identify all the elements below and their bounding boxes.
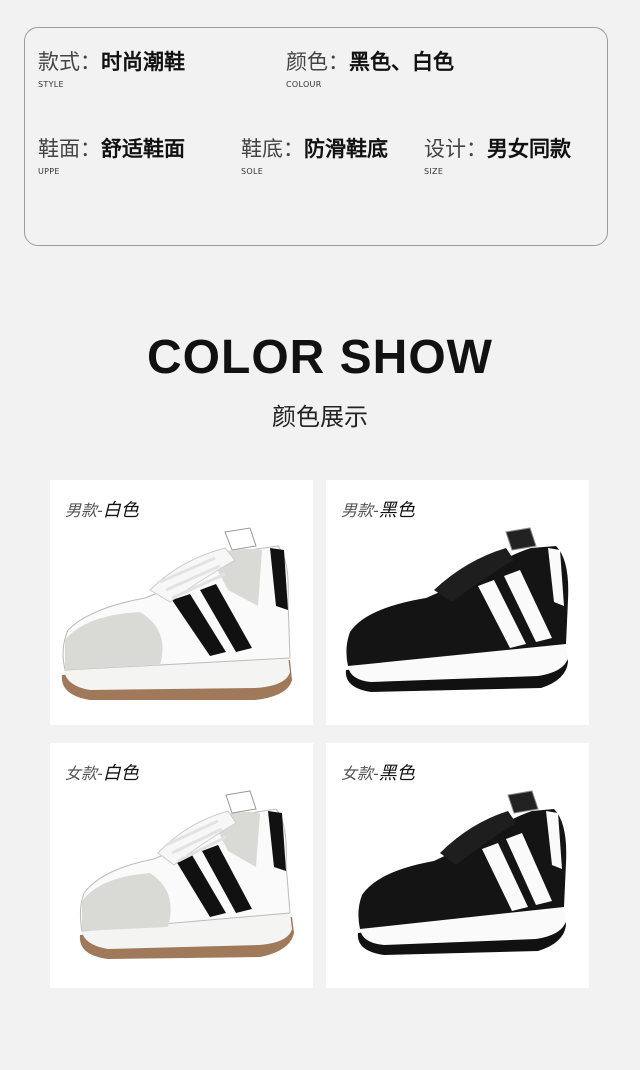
spec-colour: 颜色：黑色、白色 COLOUR: [286, 50, 454, 89]
shoe-white-image: [79, 790, 294, 959]
shoe-black-image: [357, 790, 567, 955]
shoe-black-image: [345, 527, 569, 692]
product-card-men-white[interactable]: 男款-白色: [50, 480, 313, 725]
spec-en-label: SIZE: [424, 167, 444, 176]
spec-value: 防滑鞋底: [304, 137, 388, 161]
spec-key: 鞋底：: [241, 137, 304, 161]
spec-upper: 鞋面：舒适鞋面 UPPE: [38, 137, 185, 176]
spec-en-label: STYLE: [38, 80, 64, 89]
color-show-title: COLOR SHOW: [147, 331, 493, 384]
product-label: 女款-黑色: [341, 763, 415, 784]
product-label: 男款-黑色: [341, 500, 415, 521]
spec-en-label: SOLE: [241, 167, 264, 176]
product-card-women-black[interactable]: 女款-黑色: [326, 743, 589, 988]
spec-value: 时尚潮鞋: [101, 50, 185, 74]
product-label: 男款-白色: [65, 500, 139, 521]
spec-value: 黑色、白色: [349, 50, 454, 74]
spec-key: 款式：: [38, 50, 101, 74]
spec-style: 款式：时尚潮鞋 STYLE: [38, 50, 185, 89]
spec-design: 设计：男女同款 SIZE: [424, 137, 571, 176]
product-card-women-white[interactable]: 女款-白色: [50, 743, 313, 988]
spec-key: 设计：: [424, 137, 487, 161]
spec-key: 鞋面：: [38, 137, 101, 161]
spec-key: 颜色：: [286, 50, 349, 74]
product-label: 女款-白色: [65, 763, 139, 784]
shoe-white-image: [61, 527, 292, 700]
spec-sole: 鞋底：防滑鞋底 SOLE: [241, 137, 388, 176]
product-card-men-black[interactable]: 男款-黑色: [326, 480, 589, 725]
spec-en-label: COLOUR: [286, 80, 322, 89]
color-show-subtitle: 颜色展示: [272, 403, 368, 431]
spec-en-label: UPPE: [38, 167, 60, 176]
spec-value: 男女同款: [487, 137, 571, 161]
spec-value: 舒适鞋面: [101, 137, 185, 161]
